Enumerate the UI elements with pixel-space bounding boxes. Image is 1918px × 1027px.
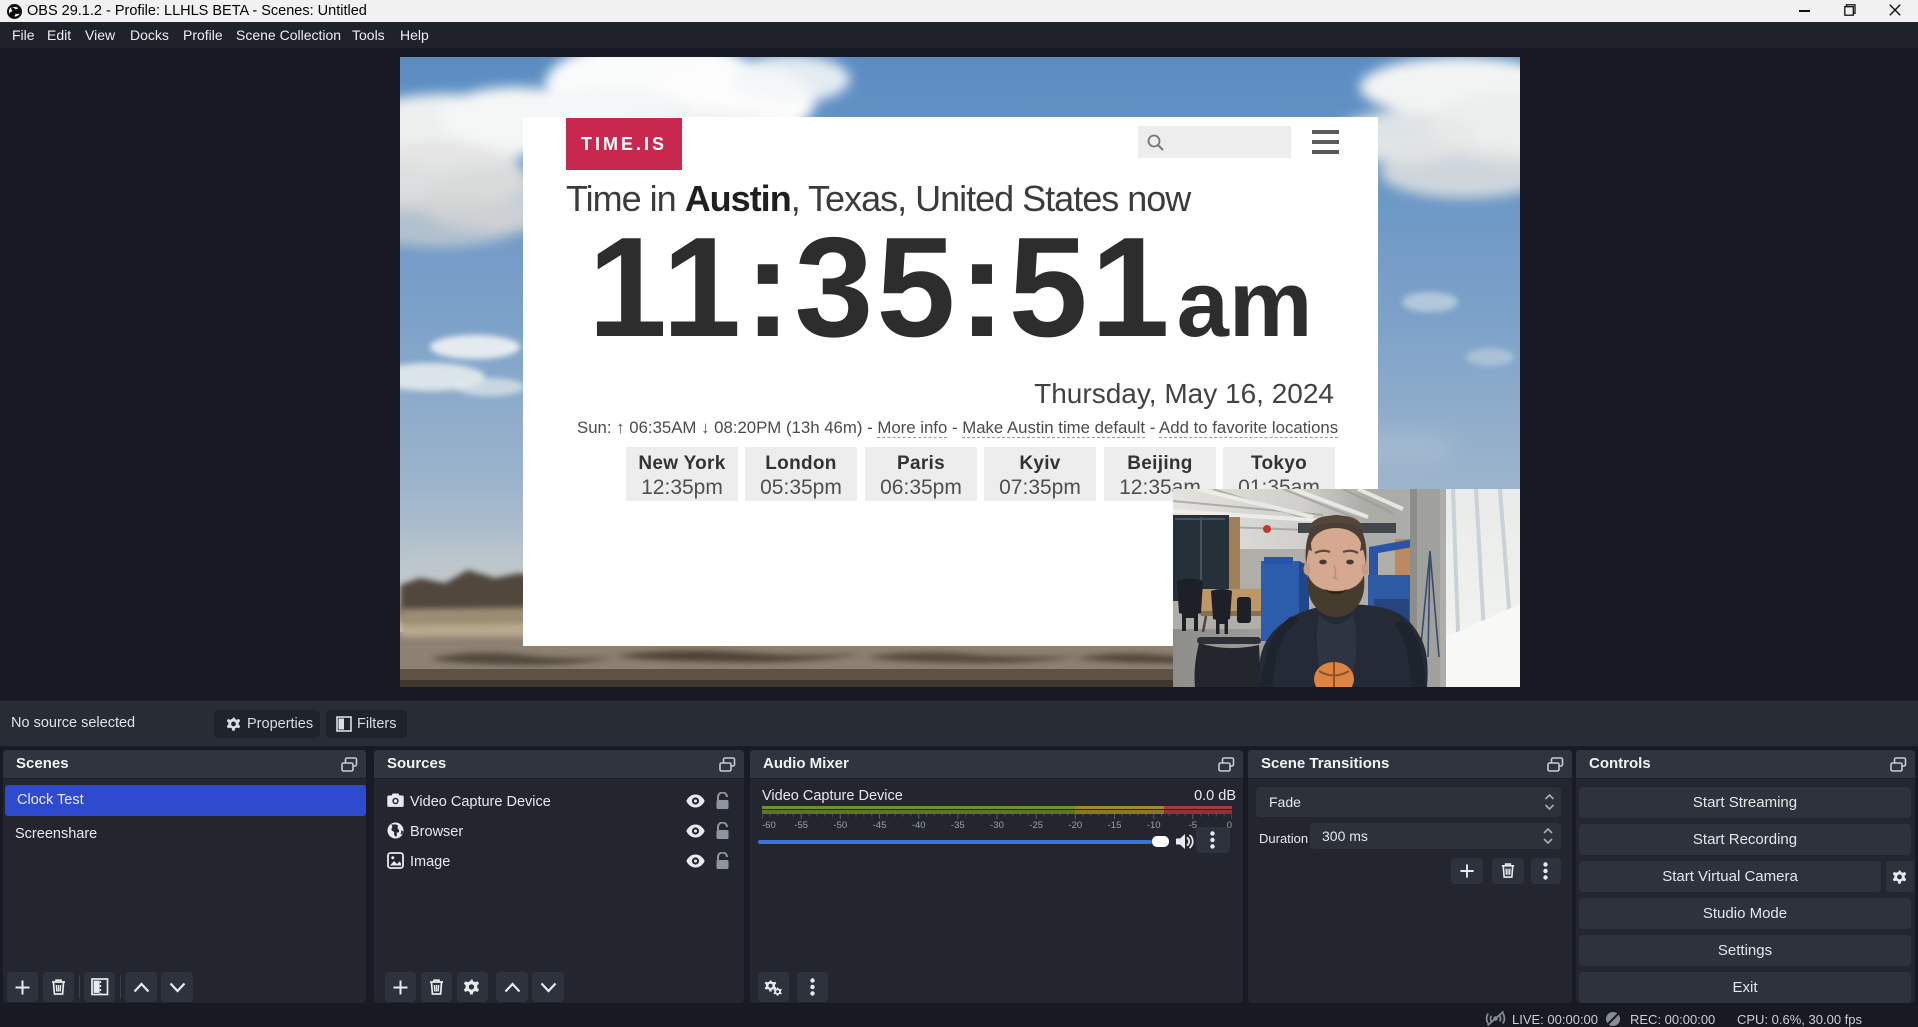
svg-text:-15: -15: [1108, 820, 1122, 831]
svg-text:-25: -25: [1029, 820, 1043, 831]
svg-text:-20: -20: [1068, 820, 1082, 831]
svg-text:-50: -50: [833, 820, 847, 831]
svg-text:-55: -55: [794, 820, 808, 831]
svg-text:-10: -10: [1147, 820, 1161, 831]
svg-text:-35: -35: [951, 820, 965, 831]
svg-text:-30: -30: [990, 820, 1004, 831]
svg-text:-60: -60: [762, 820, 776, 831]
svg-text:-45: -45: [873, 820, 887, 831]
svg-text:-40: -40: [912, 820, 926, 831]
